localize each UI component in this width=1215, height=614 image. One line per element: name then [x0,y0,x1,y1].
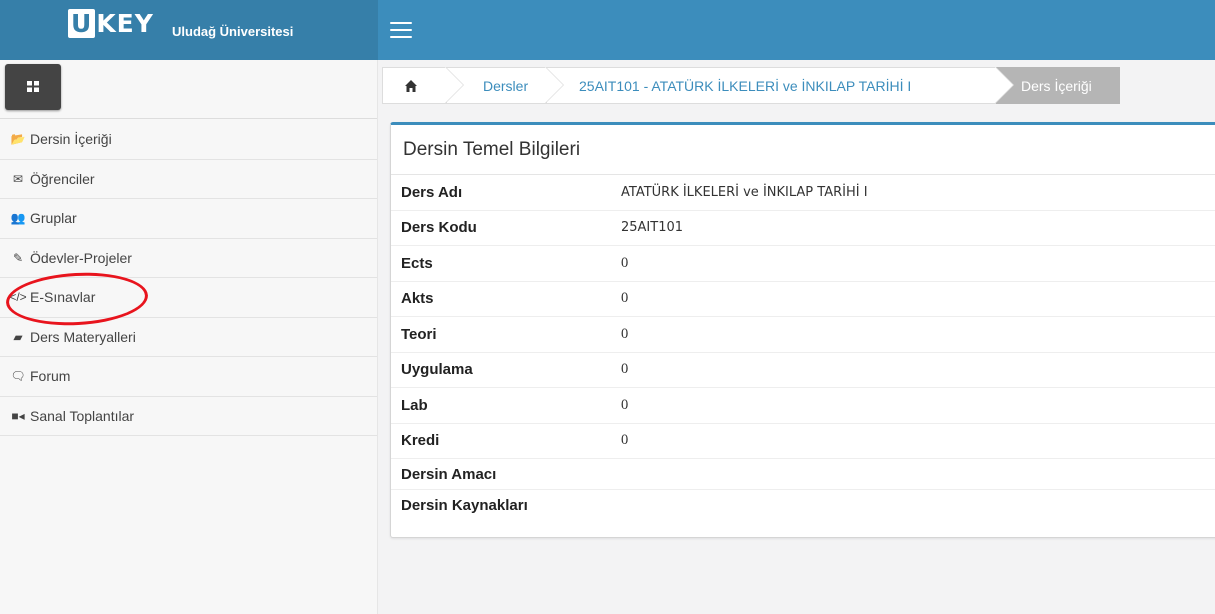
home-icon [405,79,417,92]
info-row-ects: Ects 0 [391,246,1215,282]
users-icon: 👥 [10,211,26,226]
breadcrumb-home[interactable] [382,67,464,104]
info-row-dersin-amaci: Dersin Amacı [391,459,1215,490]
course-menu: 📂 Dersin İçeriği ✉ Öğrenciler 👥 Gruplar ✎ Ö… [0,120,377,436]
breadcrumb-ders-icerigi: Ders İçeriği [996,67,1120,104]
info-row-lab: Lab 0 [391,388,1215,424]
top-navbar: U KEY Uludağ Üniversitesi [0,0,1215,60]
info-row-ders-kodu: Ders Kodu 25AIT101 [391,211,1215,246]
divider [0,118,377,119]
sidebar-item-forum[interactable]: 🗨 Forum [0,357,377,397]
sidebar-item-ogrenciler[interactable]: ✉ Öğrenciler [0,160,377,199]
edit-icon: ✎ [12,250,24,265]
sidebar-item-odevler-projeler[interactable]: ✎ Ödevler-Projeler [0,239,377,278]
sidebar-item-ders-materyalleri[interactable]: ▰ Ders Materyalleri [0,318,377,357]
info-row-akts: Akts 0 [391,282,1215,317]
folder-open-icon: 📂 [10,132,26,147]
video-camera-icon: ■◂ [11,408,25,423]
info-row-uygulama: Uygulama 0 [391,353,1215,388]
breadcrumb-course[interactable]: 25AIT101 - ATATÜRK İLKELERİ ve İNKILAP T… [546,67,1014,104]
brand-area[interactable]: U KEY Uludağ Üniversitesi [0,0,378,60]
envelope-icon: ✉ [12,171,24,186]
book-icon: ▰ [13,329,23,344]
menu-toggle-icon[interactable] [390,22,412,38]
sidebar: 📂 Dersin İçeriği ✉ Öğrenciler 👥 Gruplar ✎ Ö… [0,60,378,614]
sidebar-item-e-sinavlar[interactable]: </> E-Sınavlar [0,278,377,318]
ukey-logo: U KEY [68,9,154,38]
course-info-list: Ders Adı ATATÜRK İLKELERİ ve İNKILAP TARİ… [391,175,1215,521]
comment-icon: 🗨 [10,369,26,384]
university-name: Uludağ Üniversitesi [172,24,294,39]
panel-title: Dersin Temel Bilgileri [391,125,1215,175]
info-row-ders-adi: Ders Adı ATATÜRK İLKELERİ ve İNKILAP TARİ… [391,175,1215,211]
apps-grid-button[interactable] [5,64,61,110]
grid-icon [27,81,39,92]
info-row-teori: Teori 0 [391,317,1215,353]
code-icon: </> [9,290,27,305]
breadcrumb: Dersler 25AIT101 - ATATÜRK İLKELERİ ve İ… [382,67,1120,104]
sidebar-item-sanal-toplantilar[interactable]: ■◂ Sanal Toplantılar [0,397,377,436]
sidebar-item-dersin-icerigi[interactable]: 📂 Dersin İçeriği [0,120,377,160]
sidebar-item-gruplar[interactable]: 👥 Gruplar [0,199,377,239]
info-row-kredi: Kredi 0 [391,424,1215,459]
course-info-panel: Dersin Temel Bilgileri Ders Adı ATATÜRK İ… [390,122,1215,538]
info-row-dersin-kaynaklari: Dersin Kaynakları [401,497,528,514]
